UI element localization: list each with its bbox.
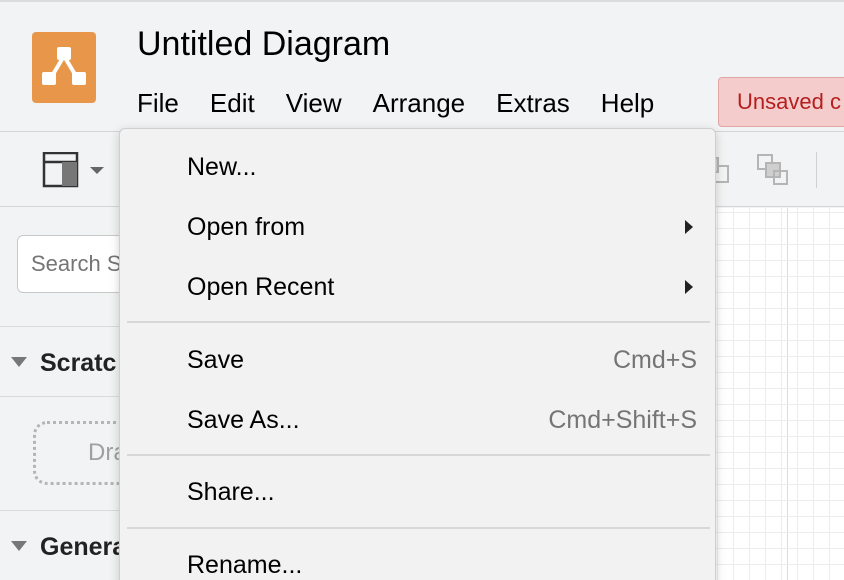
submenu-arrow-icon bbox=[685, 220, 693, 234]
menu-item-new[interactable]: New... bbox=[120, 138, 715, 196]
triangle-down-icon bbox=[11, 541, 27, 551]
triangle-down-icon bbox=[11, 357, 27, 367]
format-panel-icon bbox=[42, 151, 104, 188]
diagram-canvas[interactable] bbox=[714, 208, 844, 580]
unsaved-changes-badge[interactable]: Unsaved c bbox=[718, 77, 844, 127]
menu-separator bbox=[127, 454, 710, 456]
sidebar-divider bbox=[0, 326, 130, 327]
menu-item-shortcut: Cmd+S bbox=[612, 346, 697, 374]
file-menu-dropdown: New... Open from Open Recent Save Cmd+S … bbox=[119, 128, 716, 580]
submenu-arrow-icon bbox=[685, 280, 693, 294]
menu-item-save-as[interactable]: Save As... Cmd+Shift+S bbox=[120, 391, 715, 449]
title-bar: Untitled Diagram File Edit View Arrange … bbox=[0, 0, 844, 131]
menu-edit[interactable]: Edit bbox=[210, 85, 255, 121]
menu-separator bbox=[127, 527, 710, 529]
menu-item-label: Save bbox=[187, 346, 244, 374]
menu-item-shortcut: Cmd+Shift+S bbox=[548, 406, 697, 434]
menu-view[interactable]: View bbox=[286, 85, 342, 121]
menu-item-label: Share... bbox=[187, 478, 275, 506]
menu-item-open-from[interactable]: Open from bbox=[120, 198, 715, 256]
duplicate-icon[interactable] bbox=[755, 152, 791, 188]
section-scratchpad-label: Scratc bbox=[40, 349, 117, 377]
toolbar-separator bbox=[816, 152, 817, 188]
sidebar-divider bbox=[0, 510, 130, 511]
scratchpad-drop-zone[interactable]: Dra bbox=[33, 421, 130, 485]
section-general[interactable]: Genera bbox=[0, 527, 130, 567]
menu-item-label: Open Recent bbox=[187, 273, 335, 301]
menu-item-open-recent[interactable]: Open Recent bbox=[120, 258, 715, 316]
sidebar-divider bbox=[0, 396, 130, 397]
format-panel-button[interactable] bbox=[42, 151, 110, 188]
section-general-label: Genera bbox=[40, 533, 127, 561]
shapes-sidebar: Scratc Dra Genera bbox=[0, 208, 130, 580]
menu-extras[interactable]: Extras bbox=[496, 85, 570, 121]
shape-search-input[interactable] bbox=[17, 235, 130, 293]
menu-separator bbox=[127, 321, 710, 323]
menu-item-rename[interactable]: Rename... bbox=[120, 536, 715, 580]
menu-help[interactable]: Help bbox=[601, 85, 654, 121]
menu-item-label: New... bbox=[187, 153, 257, 181]
drawio-logo-icon[interactable] bbox=[32, 32, 96, 103]
section-scratchpad[interactable]: Scratc bbox=[0, 343, 130, 383]
menu-bar: File Edit View Arrange Extras Help bbox=[137, 85, 685, 121]
menu-item-label: Rename... bbox=[187, 551, 303, 579]
menu-file[interactable]: File bbox=[137, 85, 179, 121]
menu-arrange[interactable]: Arrange bbox=[373, 85, 466, 121]
menu-item-share[interactable]: Share... bbox=[120, 463, 715, 521]
menu-item-save[interactable]: Save Cmd+S bbox=[120, 331, 715, 389]
menu-item-label: Open from bbox=[187, 213, 306, 241]
document-title[interactable]: Untitled Diagram bbox=[137, 22, 390, 66]
menu-item-label: Save As... bbox=[187, 406, 300, 434]
